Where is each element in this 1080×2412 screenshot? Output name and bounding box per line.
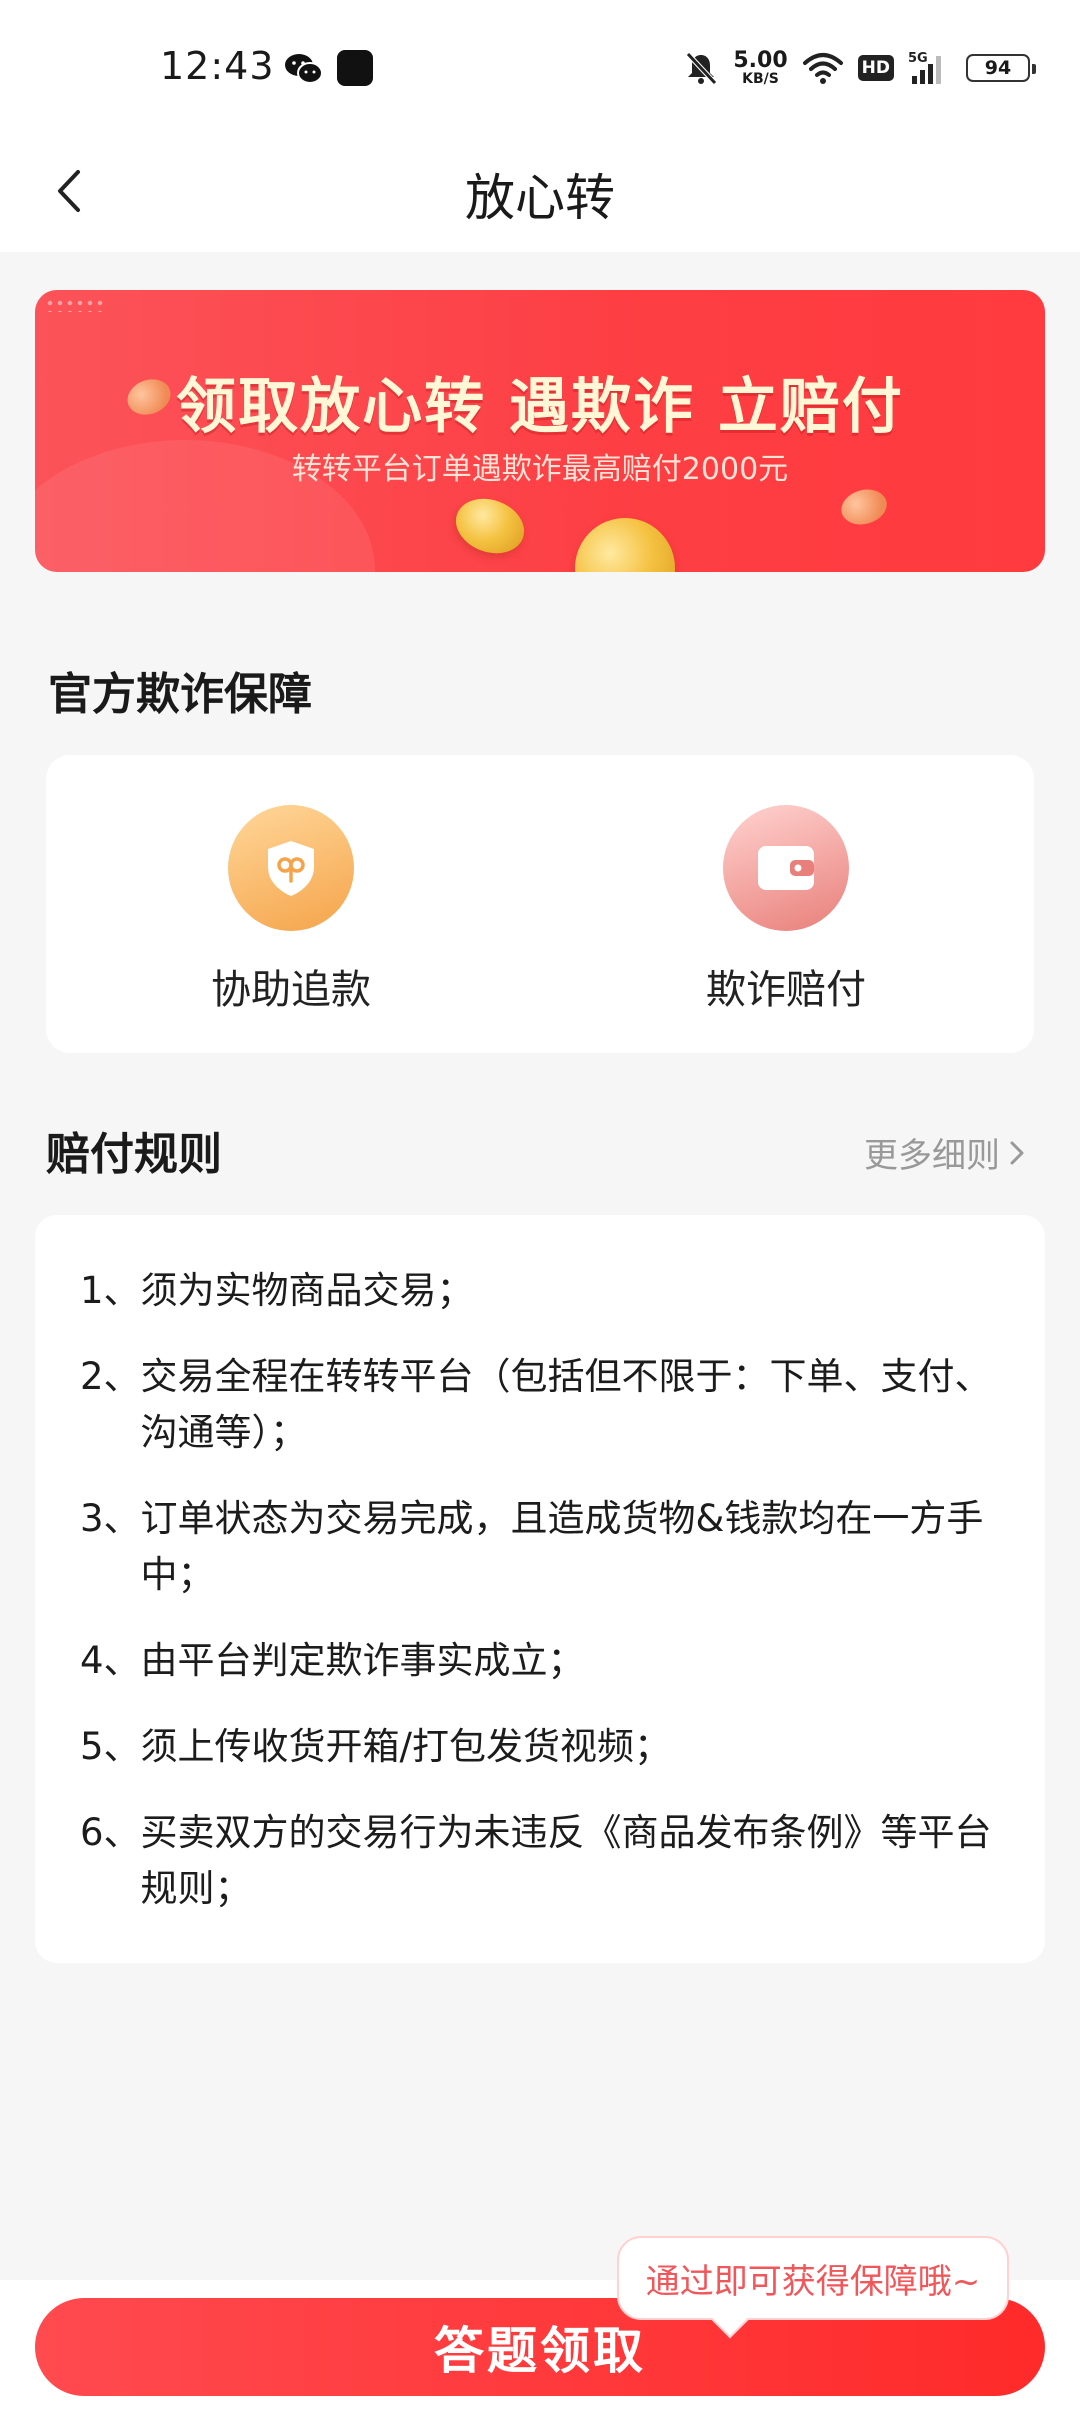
rule-number: 2、 bbox=[80, 1355, 141, 1398]
nav-bar: 放心转 bbox=[0, 130, 1080, 252]
net-speed-value: 5.00 bbox=[733, 48, 788, 73]
hint-tooltip: 通过即可获得保障哦~ bbox=[617, 2236, 1009, 2320]
more-rules-link[interactable]: 更多细则 bbox=[864, 1128, 1028, 1177]
rule-number: 3、 bbox=[80, 1497, 141, 1540]
status-bar: 12:43 5.00 KB/S HD 5G 94 bbox=[0, 0, 1080, 130]
promo-banner[interactable]: 领取放心转 遇欺诈 立赔付 转转平台订单遇欺诈最高赔付2000元 bbox=[35, 290, 1045, 572]
rules-card: 1、 须为实物商品交易； 2、 交易全程在转转平台（包括但不限于：下单、支付、沟… bbox=[35, 1215, 1045, 1963]
battery-level: 94 bbox=[984, 57, 1012, 79]
battery-icon: 94 bbox=[966, 54, 1036, 82]
guarantee-label: 协助追款 bbox=[211, 967, 371, 1013]
more-rules-label: 更多细则 bbox=[864, 1136, 1000, 1176]
rule-text: 交易全程在转转平台（包括但不限于：下单、支付、沟通等）； bbox=[140, 1355, 992, 1454]
guarantee-card: 协助追款 欺诈赔付 bbox=[46, 755, 1034, 1053]
rule-item: 1、 须为实物商品交易； bbox=[80, 1263, 999, 1319]
coin-icon bbox=[448, 489, 532, 563]
net-speed-unit: KB/S bbox=[742, 71, 779, 87]
hint-tooltip-text: 通过即可获得保障哦~ bbox=[645, 2261, 981, 2302]
net-speed: 5.00 KB/S bbox=[733, 48, 788, 87]
rule-number: 5、 bbox=[80, 1725, 141, 1768]
rule-number: 6、 bbox=[80, 1811, 141, 1854]
rule-text: 订单状态为交易完成，且造成货物&钱款均在一方手中； bbox=[140, 1497, 984, 1596]
rule-item: 2、 交易全程在转转平台（包括但不限于：下单、支付、沟通等）； bbox=[80, 1349, 999, 1461]
chevron-right-icon bbox=[1010, 1141, 1024, 1164]
rule-text: 须上传收货开箱/打包发货视频； bbox=[140, 1725, 672, 1768]
status-time: 12:43 bbox=[160, 44, 275, 88]
signal-icon: 5G bbox=[908, 51, 941, 84]
rule-item: 4、 由平台判定欺诈事实成立； bbox=[80, 1633, 999, 1689]
app-icon bbox=[337, 50, 373, 86]
page-title: 放心转 bbox=[465, 169, 615, 227]
guarantee-item-recovery[interactable]: 协助追款 bbox=[141, 805, 441, 1015]
guarantee-heading: 官方欺诈保障 bbox=[48, 669, 312, 720]
rule-item: 3、 订单状态为交易完成，且造成货物&钱款均在一方手中； bbox=[80, 1491, 999, 1603]
network-type: 5G bbox=[908, 51, 928, 66]
banner-title: 领取放心转 遇欺诈 立赔付 bbox=[176, 372, 904, 442]
status-indicators: 5.00 KB/S HD 5G 94 bbox=[683, 46, 1036, 90]
guarantee-label: 欺诈赔付 bbox=[706, 967, 866, 1013]
rules-heading: 赔付规则 bbox=[46, 1129, 222, 1180]
rule-item: 5、 须上传收货开箱/打包发货视频； bbox=[80, 1719, 999, 1775]
coin-icon bbox=[575, 518, 675, 572]
wechat-icon bbox=[285, 54, 323, 84]
mute-icon bbox=[686, 52, 718, 85]
wallet-icon bbox=[723, 805, 849, 931]
banner-subtitle: 转转平台订单遇欺诈最高赔付2000元 bbox=[291, 452, 789, 487]
rule-number: 4、 bbox=[80, 1639, 141, 1682]
guarantee-item-compensation[interactable]: 欺诈赔付 bbox=[636, 805, 936, 1015]
rule-number: 1、 bbox=[80, 1269, 141, 1312]
banner-dots bbox=[45, 298, 105, 312]
rule-text: 由平台判定欺诈事实成立； bbox=[140, 1639, 585, 1682]
hd-badge: HD bbox=[857, 55, 894, 81]
rule-item: 6、 买卖双方的交易行为未违反《商品发布条例》等平台规则； bbox=[80, 1805, 999, 1917]
rule-text: 买卖双方的交易行为未违反《商品发布条例》等平台规则； bbox=[140, 1811, 992, 1910]
rule-text: 须为实物商品交易； bbox=[140, 1269, 474, 1312]
wifi-icon bbox=[802, 53, 843, 84]
coin-icon bbox=[837, 484, 891, 530]
shield-icon bbox=[228, 805, 354, 931]
